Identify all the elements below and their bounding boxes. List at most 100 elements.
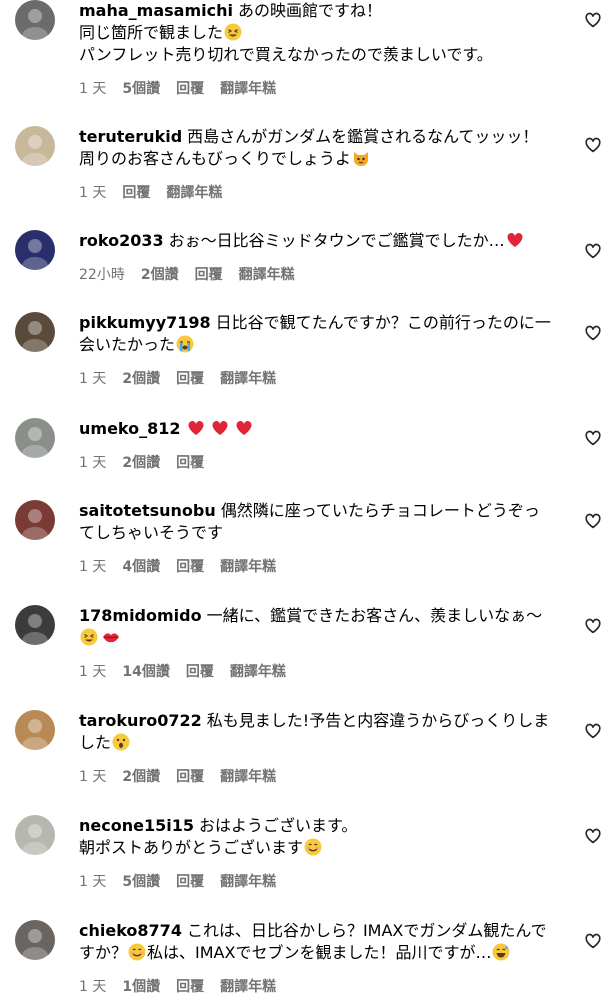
comment-text: 178midomido 一緒に、鑑賞できたお客さん、羨ましいなぁ～: [79, 605, 565, 649]
comment-text: umeko_812: [79, 418, 565, 440]
like-heart-icon[interactable]: [584, 827, 602, 845]
translate-button[interactable]: 翻譯年糕: [166, 184, 222, 202]
timestamp[interactable]: 1 天: [79, 184, 106, 202]
comment-meta: 1 天 14個讚 回覆 翻譯年糕: [79, 663, 565, 681]
avatar[interactable]: [15, 500, 55, 540]
reply-button[interactable]: 回覆: [176, 80, 204, 98]
comment-body: tarokuro0722 私も見ました!予告と内容違うからびっくりしま した 1 天…: [79, 710, 565, 786]
translate-button[interactable]: 翻譯年糕: [230, 663, 286, 681]
username-link[interactable]: umeko_812: [79, 419, 181, 438]
like-heart-icon[interactable]: [584, 617, 602, 635]
comment-list: maha_masamichi あの映画館ですね！ 同じ箇所で観ました パンフレット…: [0, 0, 609, 1003]
smile-emoji: [128, 943, 146, 961]
avatar[interactable]: [15, 710, 55, 750]
comment-text: roko2033 おぉ～日比谷ミッドタウンでご鑑賞でしたか…: [79, 230, 565, 252]
reply-button[interactable]: 回覆: [122, 184, 150, 202]
red-heart-emoji: [187, 419, 205, 437]
translate-button[interactable]: 翻譯年糕: [220, 873, 276, 891]
username-link[interactable]: teruterukid: [79, 127, 182, 146]
surprised-emoji: [112, 733, 130, 751]
like-count[interactable]: 2個讚: [141, 266, 179, 284]
translate-button[interactable]: 翻譯年糕: [220, 978, 276, 996]
translate-button[interactable]: 翻譯年糕: [239, 266, 295, 284]
avatar[interactable]: [15, 418, 55, 458]
comment-body: umeko_812 1 天 2個讚 回覆: [79, 418, 565, 472]
timestamp[interactable]: 1 天: [79, 454, 106, 472]
like-count[interactable]: 4個讚: [122, 558, 160, 576]
like-count[interactable]: 5個讚: [122, 873, 160, 891]
avatar[interactable]: [15, 126, 55, 166]
lips-emoji: [102, 628, 120, 646]
comment-meta: 22小時 2個讚 回覆 翻譯年糕: [79, 266, 565, 284]
like-count[interactable]: 2個讚: [122, 454, 160, 472]
timestamp[interactable]: 1 天: [79, 663, 106, 681]
like-heart-icon[interactable]: [584, 136, 602, 154]
username-link[interactable]: chieko8774: [79, 921, 182, 940]
timestamp[interactable]: 1 天: [79, 978, 106, 996]
username-link[interactable]: maha_masamichi: [79, 1, 233, 20]
comment-meta: 1 天 2個讚 回覆: [79, 454, 565, 472]
like-heart-icon[interactable]: [584, 512, 602, 530]
timestamp[interactable]: 22小時: [79, 266, 125, 284]
like-count[interactable]: 2個讚: [122, 768, 160, 786]
translate-button[interactable]: 翻譯年糕: [220, 80, 276, 98]
username-link[interactable]: necone15i15: [79, 816, 194, 835]
like-count[interactable]: 5個讚: [122, 80, 160, 98]
timestamp[interactable]: 1 天: [79, 768, 106, 786]
reply-button[interactable]: 回覆: [176, 370, 204, 388]
comment-meta: 1 天 1個讚 回覆 翻譯年糕: [79, 978, 565, 996]
timestamp[interactable]: 1 天: [79, 873, 106, 891]
reply-button[interactable]: 回覆: [176, 768, 204, 786]
comment-body: necone15i15 おはようございます。 朝ポストありがとうございます 1 天 5…: [79, 815, 565, 891]
comment-meta: 1 天回覆 翻譯年糕: [79, 184, 565, 202]
like-count[interactable]: 1個讚: [122, 978, 160, 996]
username-link[interactable]: tarokuro0722: [79, 711, 202, 730]
like-heart-icon[interactable]: [584, 324, 602, 342]
comment-meta: 1 天 5個讚 回覆 翻譯年糕: [79, 873, 565, 891]
comment-meta: 1 天 5個讚 回覆 翻譯年糕: [79, 80, 565, 98]
like-heart-icon[interactable]: [584, 429, 602, 447]
translate-button[interactable]: 翻譯年糕: [220, 768, 276, 786]
comment-text: maha_masamichi あの映画館ですね！ 同じ箇所で観ました パンフレット…: [79, 0, 565, 66]
reply-button[interactable]: 回覆: [186, 663, 214, 681]
comment-message: 一緒に、鑑賞できたお客さん、羨ましいなぁ～: [206, 606, 543, 625]
username-link[interactable]: pikkumyy7198: [79, 313, 211, 332]
comment-body: maha_masamichi あの映画館ですね！ 同じ箇所で観ました パンフレット…: [79, 0, 565, 98]
comment-meta: 1 天 4個讚 回覆 翻譯年糕: [79, 558, 565, 576]
comment-text: saitotetsunobu 偶然隣に座っていたらチョコレートどうぞっ てしちゃい…: [79, 500, 565, 544]
avatar[interactable]: [15, 0, 55, 40]
avatar[interactable]: [15, 920, 55, 960]
comment-body: 178midomido 一緒に、鑑賞できたお客さん、羨ましいなぁ～ 1 天 14個讚…: [79, 605, 565, 681]
reply-button[interactable]: 回覆: [176, 873, 204, 891]
crying-emoji: [176, 335, 194, 353]
reply-button[interactable]: 回覆: [176, 454, 204, 472]
timestamp[interactable]: 1 天: [79, 370, 106, 388]
translate-button[interactable]: 翻譯年糕: [220, 370, 276, 388]
comment-body: roko2033 おぉ～日比谷ミッドタウンでご鑑賞でしたか… 22小時 2個讚 回覆 翻譯…: [79, 230, 565, 284]
avatar[interactable]: [15, 815, 55, 855]
laughing-emoji: [80, 628, 98, 646]
like-count[interactable]: 2個讚: [122, 370, 160, 388]
like-heart-icon[interactable]: [584, 932, 602, 950]
avatar[interactable]: [15, 230, 55, 270]
comment-body: chieko8774 これは、日比谷かしら？IMAXでガンダム観たんで すか？ 私は…: [79, 920, 565, 996]
comment-message: おぉ～日比谷ミッドタウンでご鑑賞でしたか…: [168, 231, 505, 250]
reply-button[interactable]: 回覆: [195, 266, 223, 284]
comment-body: pikkumyy7198 日比谷で観てたんですか？この前行ったのに一 会いたかった…: [79, 312, 565, 388]
username-link[interactable]: saitotetsunobu: [79, 501, 216, 520]
avatar[interactable]: [15, 312, 55, 352]
like-count[interactable]: 14個讚: [122, 663, 169, 681]
timestamp[interactable]: 1 天: [79, 558, 106, 576]
username-link[interactable]: 178midomido: [79, 606, 202, 625]
reply-button[interactable]: 回覆: [176, 978, 204, 996]
translate-button[interactable]: 翻譯年糕: [220, 558, 276, 576]
comment-body: teruterukid 西島さんがガンダムを鑑賞されるなんてッッッ！ 周りのお客さ…: [79, 126, 565, 202]
like-heart-icon[interactable]: [584, 722, 602, 740]
like-heart-icon[interactable]: [584, 242, 602, 260]
comment-meta: 1 天 2個讚 回覆 翻譯年糕: [79, 768, 565, 786]
username-link[interactable]: roko2033: [79, 231, 164, 250]
timestamp[interactable]: 1 天: [79, 80, 106, 98]
avatar[interactable]: [15, 605, 55, 645]
reply-button[interactable]: 回覆: [176, 558, 204, 576]
like-heart-icon[interactable]: [584, 11, 602, 29]
